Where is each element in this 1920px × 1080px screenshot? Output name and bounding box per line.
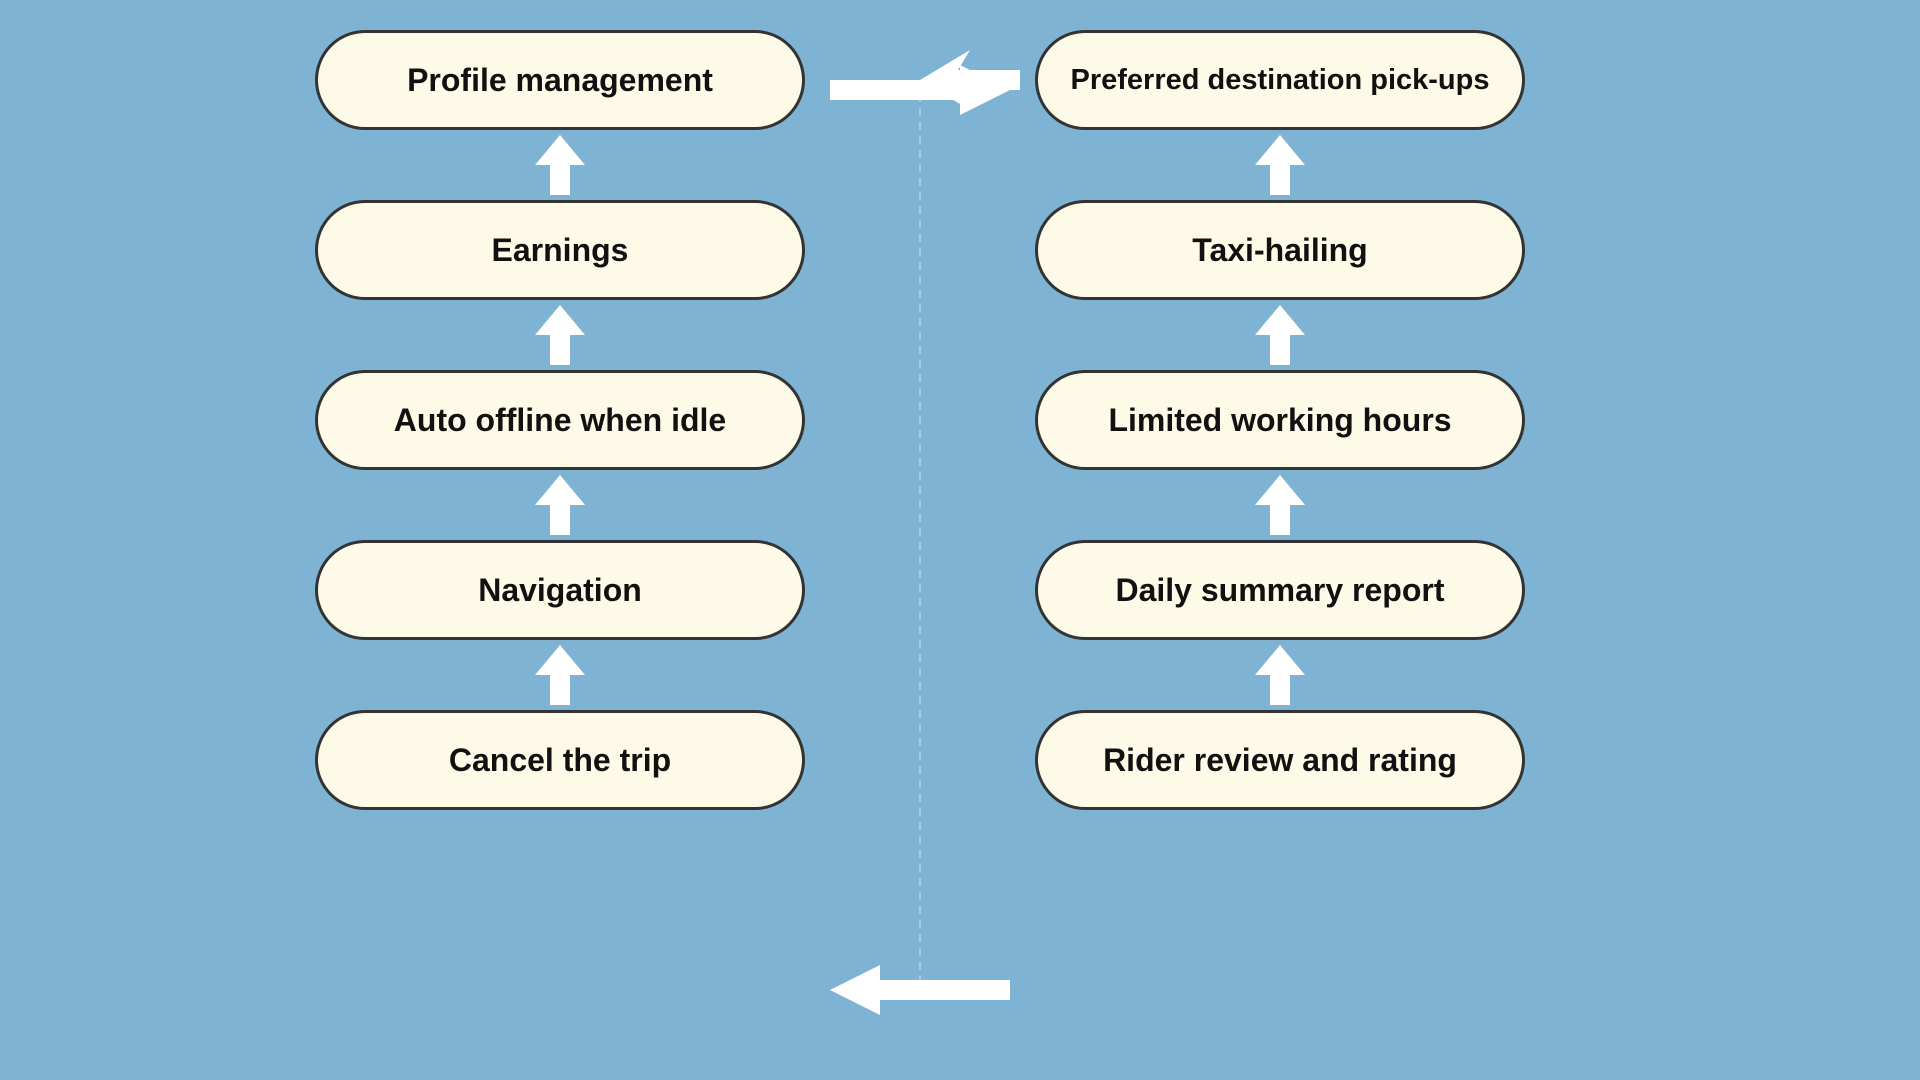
arrow-right-top: [830, 60, 1010, 120]
arrow-down-4: [315, 640, 805, 710]
arrow-down-3: [315, 470, 805, 540]
arrow-down-r3: [1035, 470, 1525, 540]
box-auto-offline: Auto offline when idle: [315, 370, 805, 470]
box-navigation: Navigation: [315, 540, 805, 640]
box-earnings: Earnings: [315, 200, 805, 300]
box-taxi-hailing: Taxi-hailing: [1035, 200, 1525, 300]
arrow-down-2: [315, 300, 805, 370]
arrow-down-r2: [1035, 300, 1525, 370]
connector-svg: [810, 30, 1030, 1050]
box-rider-review: Rider review and rating: [1035, 710, 1525, 810]
box-limited-working-hours: Limited working hours: [1035, 370, 1525, 470]
box-cancel-trip: Cancel the trip: [315, 710, 805, 810]
right-column: Preferred destination pick-ups Taxi-hail…: [1030, 30, 1530, 810]
arrow-down-1: [315, 130, 805, 200]
box-profile-management: Profile management: [315, 30, 805, 130]
connector-area: [810, 30, 1030, 1050]
arrow-down-r1: [1035, 130, 1525, 200]
flow-diagram: Profile management Earnings Auto offline…: [310, 30, 1610, 1050]
arrow-left-bottom: [830, 960, 1010, 1020]
arrow-down-r4: [1035, 640, 1525, 710]
box-daily-summary: Daily summary report: [1035, 540, 1525, 640]
left-column: Profile management Earnings Auto offline…: [310, 30, 810, 810]
box-preferred-destination: Preferred destination pick-ups: [1035, 30, 1525, 130]
